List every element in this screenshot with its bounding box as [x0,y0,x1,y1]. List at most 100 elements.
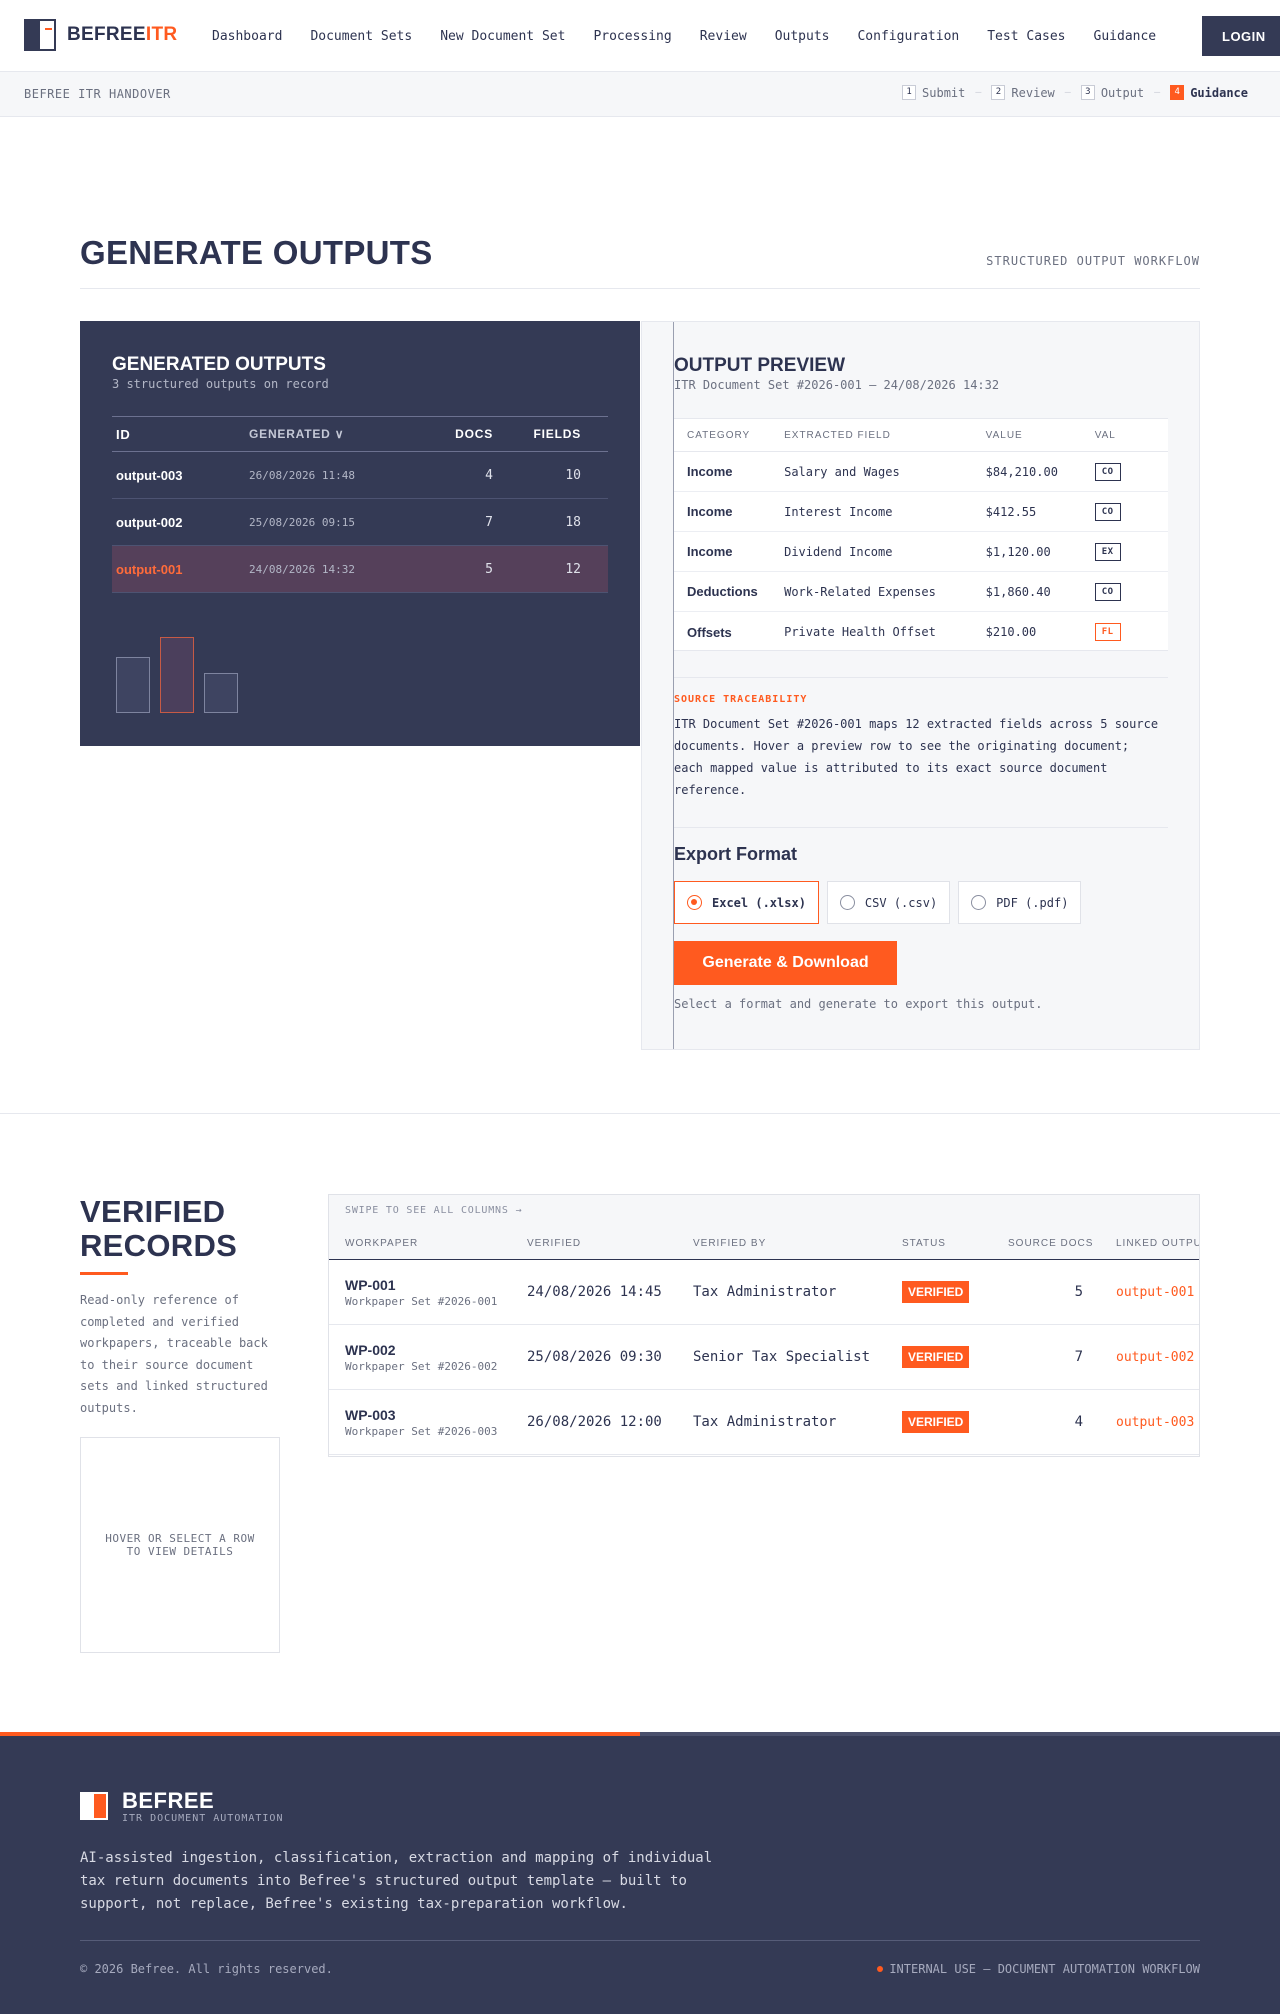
table-row[interactable]: Deductions Work-Related Expenses $1,860.… [674,572,1168,612]
output-bar-003[interactable] [116,657,150,713]
divider [674,677,1168,678]
confidence-chip: CO [1094,502,1121,521]
nav-links: Dashboard Document Sets New Document Set… [212,0,1156,72]
confidence-chip: CO [1094,462,1121,481]
split-square-logo-icon [24,19,56,51]
output-preview-subtitle: ITR Document Set #2026-001 – 24/08/2026 … [674,378,1000,392]
nav-link-test-cases[interactable]: Test Cases [987,29,1065,44]
export-hint: Select a format and generate to export t… [674,997,1043,1011]
record-detail-panel: HOVER OR SELECT A ROW TO VIEW DETAILS [80,1437,280,1653]
export-format-title: Export Format [674,844,798,864]
footer-top-line [640,1732,1280,1736]
nav-link-outputs[interactable]: Outputs [775,29,830,44]
table-row[interactable]: Offsets Private Health Offset $210.00 FL [674,612,1168,650]
divider [80,1940,1200,1941]
table-row[interactable]: WP-003 Workpaper Set #2026-003 26/08/2026… [329,1390,1199,1455]
nav-link-review[interactable]: Review [700,29,747,44]
step-separator: — [1154,87,1161,98]
source-traceability-label: SOURCE TRACEABILITY [674,694,808,705]
table-row[interactable]: Income Interest Income $412.55 CO [674,492,1168,532]
divider [80,288,1200,289]
status-badge: VERIFIED [902,1281,970,1303]
radio-icon[interactable] [839,895,855,910]
step-indicator: 1 Submit — 2 Review — 3 Output — 4 Guidance [902,85,1248,100]
format-option-csv[interactable]: CSV (.csv) [826,881,951,924]
section-divider [0,1113,1280,1114]
status-badge: VERIFIED [902,1346,970,1368]
status-badge: VERIFIED [902,1411,970,1433]
table-row[interactable]: output-002 25/08/2026 09:15 7 18 [112,499,608,546]
preview-table-header: CATEGORY EXTRACTED FIELD VALUE VAL [674,419,1168,452]
format-option-pdf[interactable]: PDF (.pdf) [958,881,1082,924]
copyright: © 2026 Befree. All rights reserved. [80,1962,333,1976]
output-bar-002[interactable] [204,673,238,713]
footer-brand: BEFREE [122,1788,215,1813]
table-row[interactable]: WP-001 Workpaper Set #2026-001 24/08/2026… [329,1260,1199,1325]
flagged-chip: FL [1094,623,1121,641]
step-output[interactable]: 3 Output [1080,85,1144,100]
linked-output-link[interactable]: output-002 [1083,1350,1199,1365]
footer-brand-sub: ITR DOCUMENT AUTOMATION [122,1813,284,1824]
divider [674,827,1168,828]
workflow-label: STRUCTURED OUTPUT WORKFLOW [986,254,1200,268]
nav-link-processing[interactable]: Processing [593,29,671,44]
output-preview-panel: OUTPUT PREVIEW ITR Document Set #2026-00… [641,321,1200,1050]
output-preview-title: OUTPUT PREVIEW [674,355,846,376]
status-dot-icon [877,1966,884,1972]
table-row[interactable]: output-003 26/08/2026 11:48 4 10 [112,452,608,499]
handover-label: BEFREE ITR HANDOVER [24,87,171,101]
brand-name: BEFREEITR [67,24,178,45]
preview-table[interactable]: CATEGORY EXTRACTED FIELD VALUE VAL Incom… [674,418,1168,651]
table-row[interactable]: WP-002 Workpaper Set #2026-002 25/08/2026… [329,1325,1199,1390]
verified-table-header: WORKPAPER VERIFIED VERIFIED BY STATUS SO… [329,1215,1199,1260]
col-docs[interactable]: DOCS [417,427,493,441]
confidence-chip: EX [1094,542,1121,561]
source-traceability-text: ITR Document Set #2026-001 maps 12 extra… [674,717,1159,797]
nav-link-configuration[interactable]: Configuration [857,29,959,44]
linked-output-link[interactable]: output-001 [1083,1285,1199,1300]
table-row-selected[interactable]: output-001 24/08/2026 14:32 5 12 [112,546,608,593]
brand-logo[interactable]: BEFREEITR [24,19,177,51]
nav-link-document-sets[interactable]: Document Sets [310,29,412,44]
nav-link-dashboard[interactable]: Dashboard [212,29,282,44]
title-accent-bar [80,1272,128,1275]
verified-records-title: VERIFIED RECORDS [80,1194,238,1263]
nav-link-new-document-set[interactable]: New Document Set [440,29,565,44]
footer-description: AI-assisted ingestion, classification, e… [80,1850,713,1912]
split-square-logo-icon [80,1792,108,1820]
generated-outputs-subtitle: 3 structured outputs on record [112,377,329,391]
col-generated-sort[interactable]: GENERATED ∨ [249,427,417,441]
step-separator: — [975,87,982,98]
radio-icon[interactable] [971,895,987,910]
table-row[interactable]: Income Salary and Wages $84,210.00 CO [674,452,1168,492]
page-title: GENERATE OUTPUTS [80,234,433,271]
step-separator: — [1064,87,1071,98]
verified-table-body: WP-001 Workpaper Set #2026-001 24/08/2026… [329,1260,1199,1455]
format-option-xlsx[interactable]: Excel (.xlsx) [674,881,819,924]
outputs-table: ID GENERATED ∨ DOCS FIELDS output-003 26… [112,416,608,593]
verified-records-table[interactable]: WORKPAPER VERIFIED VERIFIED BY STATUS SO… [328,1194,1200,1457]
site-footer: BEFREE ITR DOCUMENT AUTOMATION AI-assist… [0,1732,1280,2014]
confidence-chip: CO [1094,582,1121,601]
outputs-table-header: ID GENERATED ∨ DOCS FIELDS [112,417,608,452]
generated-outputs-title: GENERATED OUTPUTS [112,354,326,375]
swipe-hint: SWIPE TO SEE ALL COLUMNS → [345,1205,523,1216]
step-guidance[interactable]: 4 Guidance [1170,85,1248,100]
handover-stepbar: BEFREE ITR HANDOVER 1 Submit — 2 Review — … [0,72,1280,117]
step-review[interactable]: 2 Review [991,85,1055,100]
export-format-options: Excel (.xlsx) CSV (.csv) PDF (.pdf) [674,881,1082,924]
table-row[interactable]: Income Dividend Income $1,120.00 EX [674,532,1168,572]
linked-output-link[interactable]: output-003 [1083,1415,1199,1430]
output-bar-001[interactable] [160,637,194,713]
step-submit[interactable]: 1 Submit [902,85,965,100]
col-fields[interactable]: FIELDS [493,427,581,441]
nav-link-guidance[interactable]: Guidance [1094,29,1157,44]
generated-outputs-panel: GENERATED OUTPUTS 3 structured outputs o… [80,321,640,746]
col-id[interactable]: ID [112,427,249,442]
top-nav: BEFREEITR Dashboard Document Sets New Do… [0,0,1280,72]
radio-icon[interactable] [687,895,702,910]
verified-records-description: Read-only reference of completed and ver… [80,1293,268,1415]
login-button[interactable]: LOGIN [1202,16,1280,56]
generate-download-button[interactable]: Generate & Download [674,941,897,985]
footer-accent-bar [0,1732,640,1736]
